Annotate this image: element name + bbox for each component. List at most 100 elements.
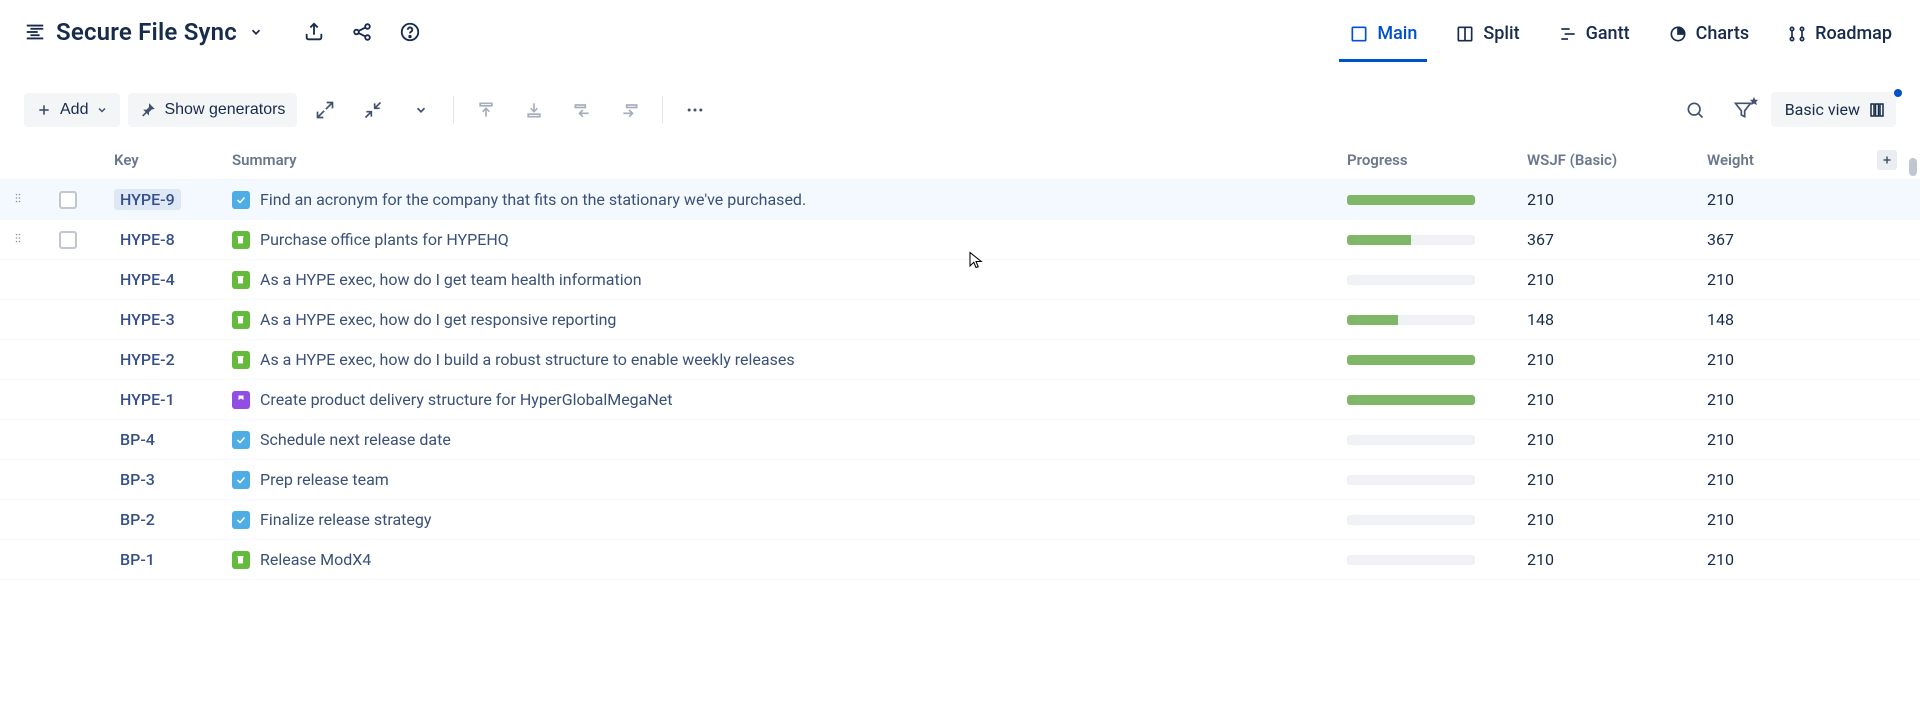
view-tab-charts[interactable]: Charts [1664,5,1754,59]
issue-summary[interactable]: Create product delivery structure for Hy… [260,390,673,409]
wsjf-value: 210 [1527,510,1707,529]
move-up-button[interactable] [466,90,506,130]
table-row[interactable]: HYPE-9 Find an acronym for the company th… [0,180,1920,220]
table-header: Key Summary Progress WSJF (Basic) Weight [0,140,1920,180]
issue-key-link[interactable]: BP-4 [114,429,161,450]
issue-key-link[interactable]: BP-2 [114,509,161,530]
issue-summary[interactable]: Release ModX4 [260,550,371,569]
column-header-weight[interactable]: Weight [1707,151,1872,169]
table-row[interactable]: HYPE-3 As a HYPE exec, how do I get respo… [0,300,1920,340]
column-header-wsjf[interactable]: WSJF (Basic) [1527,151,1707,169]
help-icon[interactable] [399,21,421,43]
progress-bar [1347,515,1475,525]
expand-all-button[interactable] [305,90,345,130]
project-switcher[interactable]: Secure File Sync [24,18,263,46]
view-tab-gantt[interactable]: Gantt [1554,5,1634,59]
more-actions-button[interactable] [675,90,715,130]
filter-button[interactable] [1723,90,1763,130]
wsjf-value: 210 [1527,550,1707,569]
vertical-scrollbar[interactable] [1908,152,1918,700]
issue-key-link[interactable]: HYPE-9 [114,189,181,210]
issue-type-story-icon [232,351,250,369]
issue-summary[interactable]: Finalize release strategy [260,510,431,529]
view-preset-label: Basic view [1785,100,1860,119]
view-tab-label: Roadmap [1815,23,1892,44]
header-bar: Secure File Sync Main Split Gantt Charts Roa… [0,0,1920,64]
weight-value: 210 [1707,390,1872,409]
progress-bar [1347,275,1475,285]
issue-key-link[interactable]: BP-1 [114,549,161,570]
main-view-icon [1349,24,1369,44]
table-row[interactable]: HYPE-2 As a HYPE exec, how do I build a r… [0,340,1920,380]
row-checkbox[interactable] [59,231,77,249]
row-checkbox[interactable] [59,191,77,209]
issue-type-story-icon [232,551,250,569]
table-row[interactable]: HYPE-1 Create product delivery structure … [0,380,1920,420]
issue-key-link[interactable]: HYPE-2 [114,349,181,370]
table-row[interactable]: BP-4Schedule next release date210210 [0,420,1920,460]
issue-summary[interactable]: Prep release team [260,470,389,489]
view-tab-label: Split [1483,23,1519,44]
issue-key-link[interactable]: BP-3 [114,469,161,490]
drag-handle[interactable] [12,228,24,252]
view-tab-roadmap[interactable]: Roadmap [1783,5,1896,59]
wsjf-value: 210 [1527,470,1707,489]
issue-key-link[interactable]: HYPE-8 [114,229,181,250]
table-row[interactable]: BP-1Release ModX4210210 [0,540,1920,580]
view-preset-dropdown[interactable]: Basic view [1771,92,1896,127]
issue-summary[interactable]: Purchase office plants for HYPEHQ [260,230,509,249]
plus-icon [36,102,52,118]
progress-bar [1347,555,1475,565]
wsjf-value: 367 [1527,230,1707,249]
indent-button[interactable] [610,90,650,130]
view-tab-label: Charts [1696,23,1750,44]
add-button-label: Add [60,101,88,119]
issue-summary[interactable]: Find an acronym for the company that fit… [260,190,806,209]
issue-type-story-icon [232,311,250,329]
expand-collapse-dropdown[interactable] [401,90,441,130]
issue-type-story-icon [232,231,250,249]
view-tab-label: Main [1377,23,1417,44]
wsjf-value: 210 [1527,350,1707,369]
column-header-key[interactable]: Key [100,151,220,169]
issue-summary[interactable]: Schedule next release date [260,430,451,449]
issue-key-link[interactable]: HYPE-1 [114,389,181,410]
progress-bar [1347,195,1475,205]
column-header-progress[interactable]: Progress [1347,151,1527,169]
wsjf-value: 210 [1527,430,1707,449]
view-tab-main[interactable]: Main [1345,5,1421,59]
wsjf-value: 210 [1527,390,1707,409]
drag-handle[interactable] [12,188,24,212]
add-column-button[interactable] [1877,150,1897,170]
collapse-all-button[interactable] [353,90,393,130]
export-icon[interactable] [303,21,325,43]
issue-type-task-icon [232,191,250,209]
progress-bar [1347,395,1475,405]
view-tab-split[interactable]: Split [1451,5,1523,59]
table-row[interactable]: BP-3Prep release team210210 [0,460,1920,500]
table-row[interactable]: HYPE-8 Purchase office plants for HYPEHQ 3… [0,220,1920,260]
weight-value: 210 [1707,510,1872,529]
share-icon[interactable] [351,21,373,43]
charts-view-icon [1668,24,1688,44]
gantt-view-icon [1558,24,1578,44]
issue-type-task-icon [232,431,250,449]
move-down-button[interactable] [514,90,554,130]
issue-summary[interactable]: As a HYPE exec, how do I get responsive … [260,310,616,329]
issue-key-link[interactable]: HYPE-4 [114,269,181,290]
outdent-button[interactable] [562,90,602,130]
show-generators-button[interactable]: Show generators [128,93,297,127]
column-header-summary[interactable]: Summary [220,151,1347,169]
progress-bar [1347,355,1475,365]
issue-summary[interactable]: As a HYPE exec, how do I build a robust … [260,350,795,369]
search-button[interactable] [1675,90,1715,130]
header-actions [303,21,421,43]
progress-bar [1347,315,1475,325]
add-button[interactable]: Add [24,93,120,127]
wsjf-value: 210 [1527,270,1707,289]
table-row[interactable]: BP-2 Finalize release strategy 210210 [0,500,1920,540]
issue-summary[interactable]: As a HYPE exec, how do I get team health… [260,270,642,289]
progress-bar [1347,475,1475,485]
issue-key-link[interactable]: HYPE-3 [114,309,181,330]
table-row[interactable]: HYPE-4 As a HYPE exec, how do I get team … [0,260,1920,300]
